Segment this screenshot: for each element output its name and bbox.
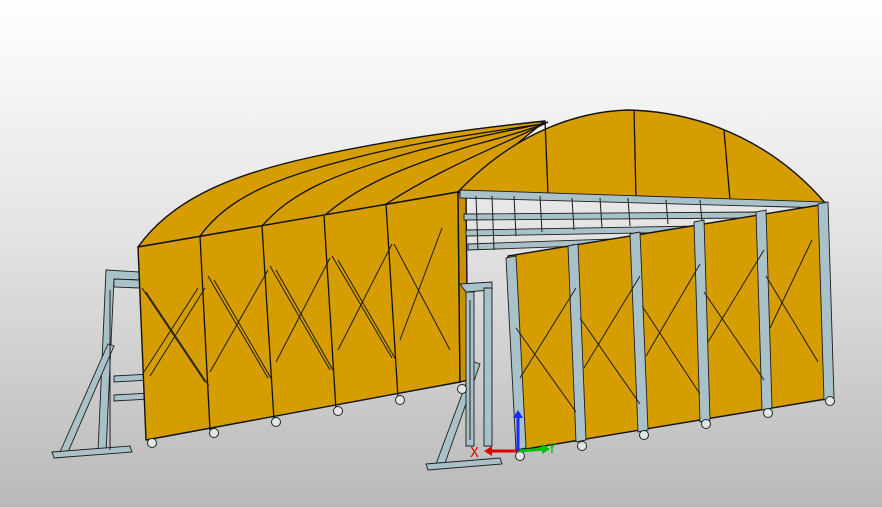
y-axis-label: Y [547,442,556,457]
left-support-stand[interactable] [51,269,151,459]
tent-model-canvas[interactable]: X Y [0,0,882,507]
x-axis-label: X [470,446,479,461]
y-axis-arrow [517,447,547,453]
right-side-wall[interactable] [505,201,835,451]
cad-3d-viewport[interactable]: X Y [0,0,882,507]
x-axis-arrowhead [484,446,492,456]
